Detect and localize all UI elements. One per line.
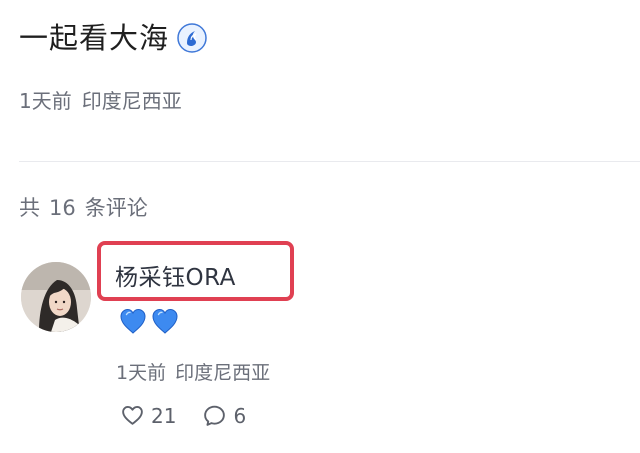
reply-button[interactable]: 6 — [202, 403, 246, 428]
like-count: 21 — [151, 403, 177, 428]
comment-actions: 21 6 — [120, 403, 272, 428]
comment-count-prefix: 共 — [19, 196, 40, 220]
comment-count-suffix: 条评论 — [84, 196, 148, 220]
comment-count: 共 16 条评论 — [19, 193, 148, 223]
comment-time: 1天前 — [116, 362, 167, 384]
blue-heart-icon — [120, 308, 146, 334]
post-title-text: 一起看大海 — [19, 21, 170, 55]
post-meta: 1天前 印度尼西亚 — [19, 86, 182, 116]
comment-author[interactable]: 杨采钰ORA — [115, 262, 236, 294]
heart-outline-icon — [122, 406, 143, 425]
comment-reaction — [118, 306, 180, 336]
post-location: 印度尼西亚 — [81, 89, 182, 113]
like-button[interactable]: 21 — [120, 403, 176, 428]
blue-heart-icon — [152, 308, 178, 334]
comment-location: 印度尼西亚 — [175, 362, 271, 384]
post-title: 一起看大海 — [19, 18, 207, 58]
divider — [19, 161, 640, 162]
avatar[interactable] — [21, 262, 91, 332]
reply-count: 6 — [233, 403, 247, 428]
comment-meta: 1天前 印度尼西亚 — [116, 359, 270, 387]
comment-bubble-icon — [204, 405, 226, 426]
post-time: 1天前 — [19, 89, 72, 113]
wave-icon — [177, 23, 207, 53]
comment-count-number: 16 — [49, 196, 76, 220]
